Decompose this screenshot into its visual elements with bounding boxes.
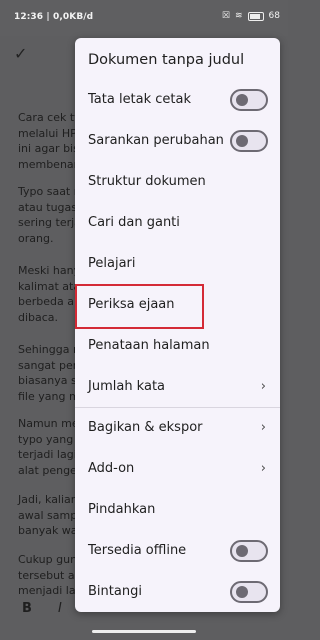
menu-item-available-offline[interactable]: Tersedia offline <box>75 531 280 572</box>
battery-icon <box>247 11 264 21</box>
menu-item-find-replace[interactable]: Cari dan ganti <box>75 203 280 244</box>
battery-level: 68 <box>268 11 280 21</box>
menu-item-suggest-changes[interactable]: Sarankan perubahan <box>75 121 280 162</box>
menu-item-share-export[interactable]: Bagikan & ekspor › <box>75 408 280 449</box>
suggest-changes-toggle[interactable] <box>230 130 268 152</box>
menu-title: Dokumen tanpa judul <box>88 52 245 68</box>
menu-item-label: Jumlah kata <box>88 379 166 394</box>
highlight-box <box>75 284 204 329</box>
menu-item-label: Struktur dokumen <box>88 174 206 189</box>
status-icons: ☒ ≋ 68 <box>222 11 280 21</box>
menu-item-star[interactable]: Bintangi <box>75 572 280 613</box>
done-check-icon[interactable]: ✓ <box>14 44 27 63</box>
menu-item-label: Penataan halaman <box>88 338 210 353</box>
bold-button[interactable]: B <box>22 601 32 616</box>
toggle-knob <box>236 135 248 147</box>
menu-item-document-outline[interactable]: Struktur dokumen <box>75 162 280 203</box>
menu-item-label: Pelajari <box>88 256 136 271</box>
toggle-knob <box>236 586 248 598</box>
menu-item-add-ons[interactable]: Add-on › <box>75 449 280 490</box>
menu-item-label: Pindahkan <box>88 502 156 517</box>
menu-item-learn[interactable]: Pelajari <box>75 244 280 285</box>
chevron-right-icon: › <box>260 420 266 435</box>
status-bar: 12:36 | 0,0KB/d ☒ ≋ 68 <box>0 0 288 36</box>
menu-item-label: Add-on <box>88 461 135 476</box>
menu-item-label: Bagikan & ekspor <box>88 420 203 435</box>
menu-item-word-count[interactable]: Jumlah kata › <box>75 367 280 408</box>
print-layout-toggle[interactable] <box>230 89 268 111</box>
italic-button[interactable]: I <box>58 601 62 616</box>
toggle-knob <box>236 94 248 106</box>
status-time: 12:36 | 0,0KB/d <box>14 12 94 22</box>
available-offline-toggle[interactable] <box>230 540 268 562</box>
menu-item-label: Tersedia offline <box>88 543 187 558</box>
wifi-icon: ≋ <box>235 11 243 21</box>
menu-item-move[interactable]: Pindahkan <box>75 490 280 531</box>
chevron-right-icon: › <box>260 461 266 476</box>
menu-item-page-setup[interactable]: Penataan halaman <box>75 326 280 367</box>
close-icon: ☒ <box>221 11 230 21</box>
menu-item-label: Bintangi <box>88 584 142 599</box>
network-speed-text: 0,0KB/d <box>53 12 94 22</box>
star-toggle[interactable] <box>230 581 268 603</box>
clock-text: 12:36 <box>14 12 44 22</box>
menu-item-print-layout[interactable]: Tata letak cetak <box>75 80 280 121</box>
menu-item-label: Tata letak cetak <box>88 92 192 107</box>
chevron-right-icon: › <box>260 379 266 394</box>
menu-item-label: Cari dan ganti <box>88 215 180 230</box>
menu-item-label: Sarankan perubahan <box>88 133 224 148</box>
toggle-knob <box>236 545 248 557</box>
gesture-nav-bar[interactable] <box>92 630 196 633</box>
